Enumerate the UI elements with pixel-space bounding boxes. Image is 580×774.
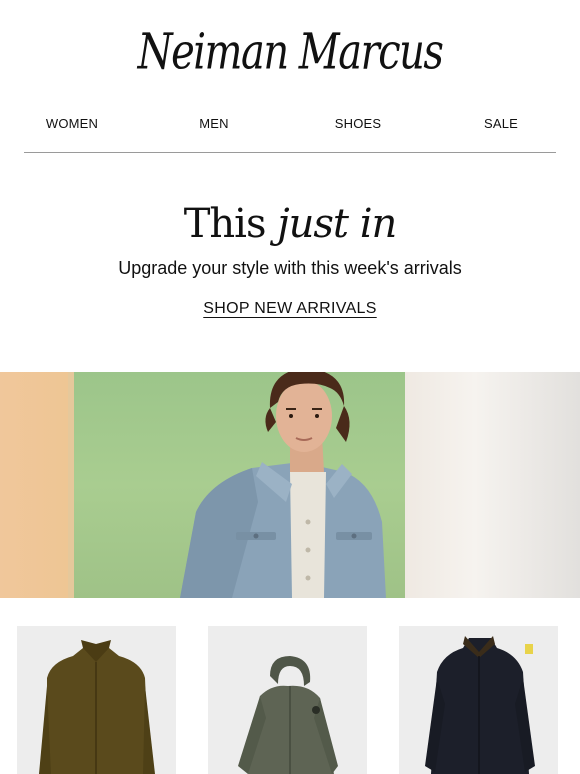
promo-subhead: Upgrade your style with this week's arri… bbox=[118, 258, 462, 278]
headline-italic: just in bbox=[277, 201, 397, 247]
main-nav: WOMEN MEN SHOES SALE bbox=[0, 116, 580, 134]
nav-item-men[interactable]: MEN bbox=[199, 116, 229, 131]
nav-divider bbox=[24, 152, 556, 153]
shop-new-arrivals-link[interactable]: SHOP NEW ARRIVALS bbox=[203, 300, 376, 317]
promo-headline: This just in bbox=[0, 196, 580, 252]
olive-shirt-jacket-image bbox=[39, 640, 155, 774]
nav-item-sale[interactable]: SALE bbox=[484, 116, 518, 131]
nav-item-shoes[interactable]: SHOES bbox=[335, 116, 382, 131]
navy-car-coat-image bbox=[425, 636, 535, 774]
hero-model-illustration bbox=[180, 372, 386, 598]
product-grid bbox=[0, 626, 580, 774]
logo-container: Neiman Marcus bbox=[0, 22, 580, 82]
cta-container: SHOP NEW ARRIVALS bbox=[0, 300, 580, 318]
product-card[interactable] bbox=[208, 626, 367, 774]
brand-logo[interactable]: Neiman Marcus bbox=[138, 15, 444, 90]
nav-item-women[interactable]: WOMEN bbox=[46, 116, 98, 131]
product-card[interactable] bbox=[17, 626, 176, 774]
headline-regular: This bbox=[183, 201, 267, 247]
green-hooded-parka-image bbox=[238, 656, 338, 774]
product-card[interactable] bbox=[399, 626, 558, 774]
hero-image[interactable] bbox=[0, 372, 580, 598]
